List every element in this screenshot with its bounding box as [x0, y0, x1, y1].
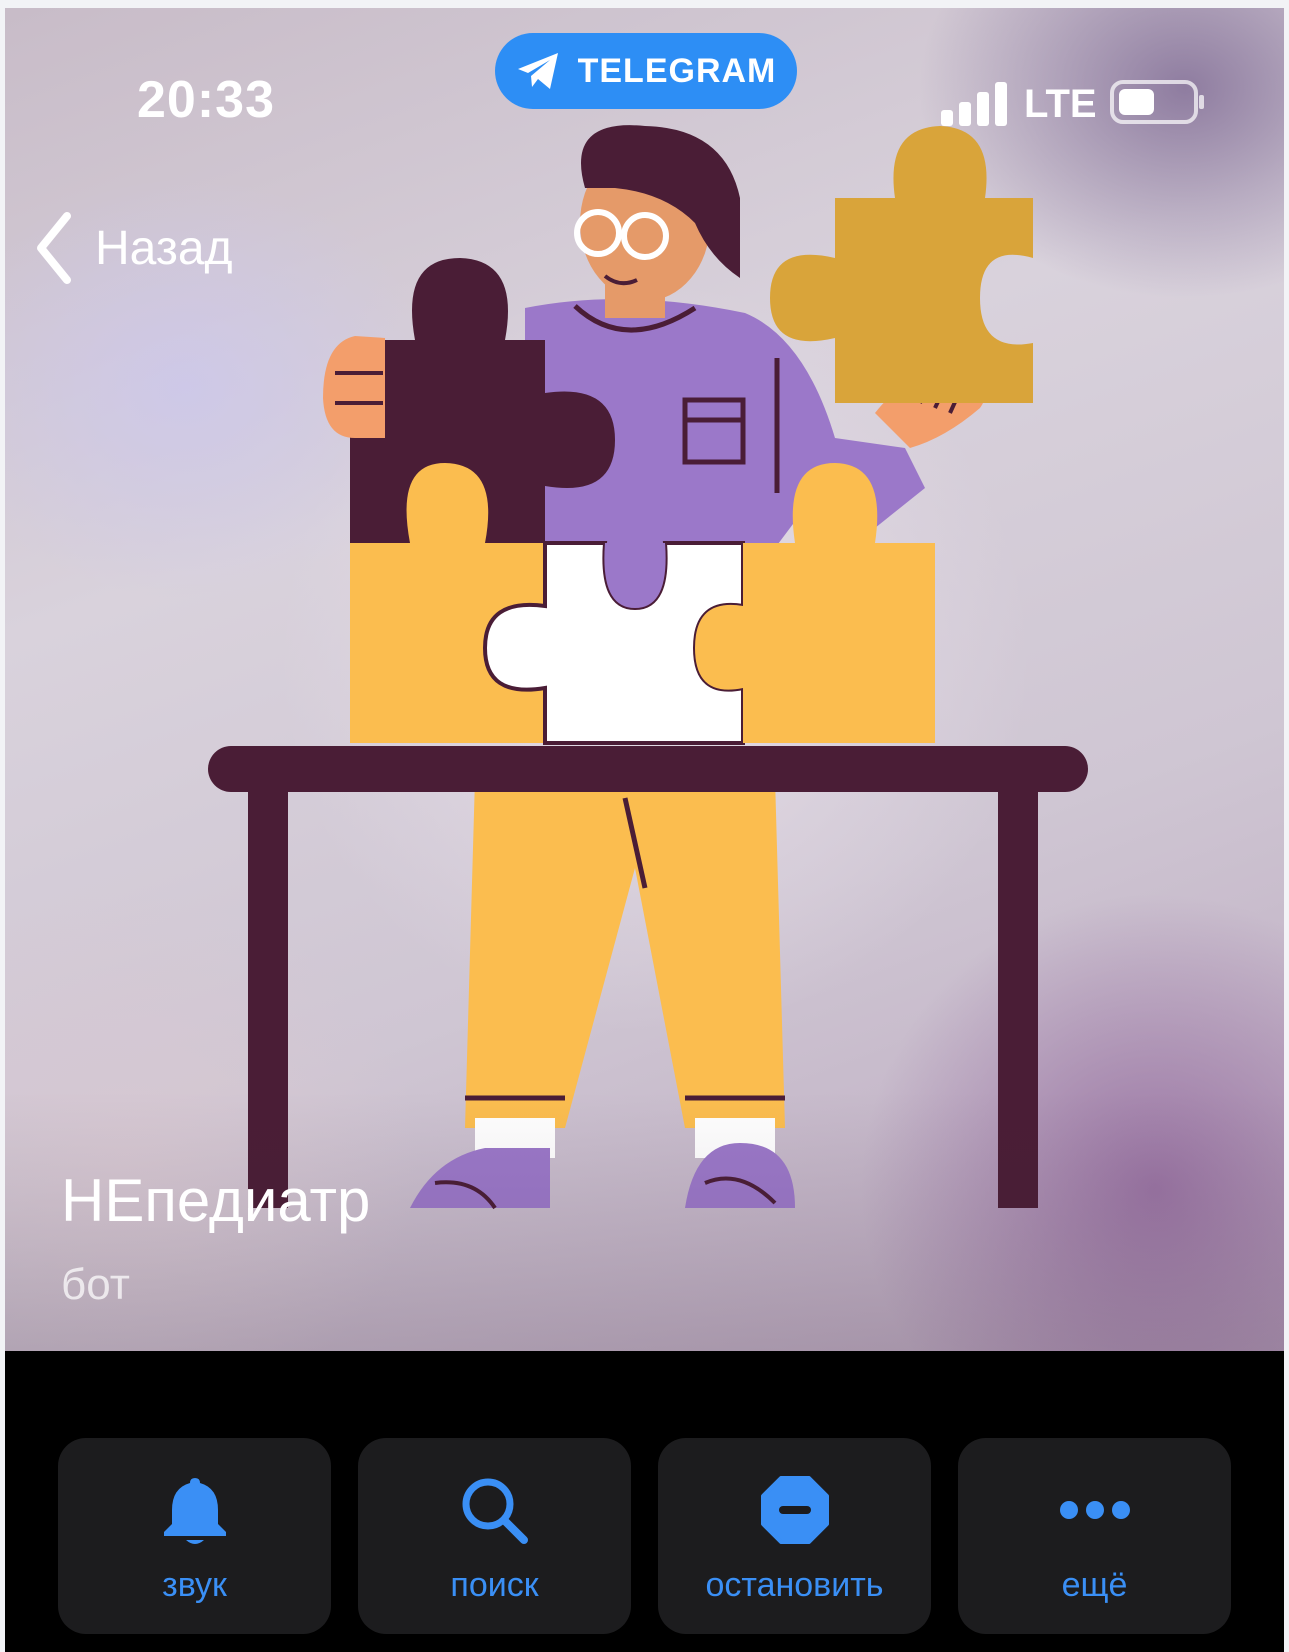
- sound-label: звук: [162, 1566, 227, 1604]
- stop-label: остановить: [705, 1566, 884, 1604]
- telegram-plane-icon: [517, 53, 558, 89]
- profile-header: 20:33 TELEGRAM LTE Назад НЕпедиатр бот: [5, 8, 1284, 1351]
- search-label: поиск: [450, 1566, 539, 1604]
- chevron-left-icon: [37, 212, 71, 284]
- profile-name: НЕпедиатр: [61, 1167, 371, 1234]
- profile-subtitle: бот: [61, 1260, 130, 1309]
- screen: 20:33 TELEGRAM LTE Назад НЕпедиатр бот з…: [5, 8, 1284, 1652]
- search-button[interactable]: поиск: [358, 1438, 631, 1634]
- telegram-pill-label: TELEGRAM: [577, 51, 777, 90]
- sound-button[interactable]: звук: [58, 1438, 331, 1634]
- search-icon: [462, 1478, 528, 1544]
- stop-icon: [760, 1476, 829, 1544]
- bell-icon: [163, 1478, 226, 1544]
- more-button[interactable]: ещё: [958, 1438, 1231, 1634]
- telegram-pill[interactable]: TELEGRAM: [495, 33, 797, 109]
- back-label: Назад: [95, 221, 233, 275]
- status-time: 20:33: [137, 71, 275, 129]
- network-label: LTE: [1024, 82, 1097, 126]
- more-label: ещё: [1061, 1566, 1128, 1604]
- stop-button[interactable]: остановить: [658, 1438, 931, 1634]
- more-icon: [1059, 1501, 1130, 1519]
- battery-icon: [1110, 80, 1204, 124]
- back-button[interactable]: Назад: [33, 208, 233, 288]
- signal-icon: [941, 82, 1007, 126]
